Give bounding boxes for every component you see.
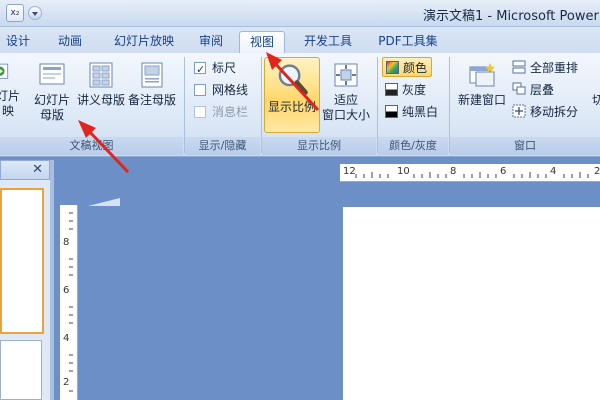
cascade-label: 层叠 — [530, 83, 555, 97]
close-icon[interactable]: ✕ — [32, 162, 43, 177]
tab-view[interactable]: 视图 — [239, 31, 285, 53]
qat-customize-dropdown[interactable] — [28, 6, 42, 20]
fit-label-1: 适应 — [333, 93, 358, 107]
move-split-label: 移动拆分 — [530, 105, 579, 119]
ruler-label: 4 — [63, 333, 70, 344]
cascade-icon — [512, 82, 526, 95]
magnifier-icon — [278, 64, 308, 95]
vertical-ruler-ticks — [69, 212, 73, 392]
horizontal-ruler[interactable]: 12 10 8 6 4 2 — [340, 164, 600, 182]
window-title: 演示文稿1 - Microsoft PowerPo — [423, 9, 600, 24]
slide-master-label-2: 母版 — [39, 108, 64, 122]
horizontal-ruler-ticks — [355, 172, 589, 178]
ruler-label: 2 — [594, 166, 600, 177]
switch-window-button[interactable]: 切 — [588, 93, 600, 108]
notes-master-icon — [141, 62, 163, 88]
slide-master-label-1: 幻灯片 — [33, 93, 70, 107]
play-icon — [0, 63, 9, 79]
color-button[interactable]: 颜色 — [382, 57, 432, 77]
slides-pane — [0, 180, 50, 400]
checkbox-unchecked-icon — [194, 84, 206, 96]
zoom-button[interactable]: 显示比例 — [264, 57, 320, 133]
move-split-button[interactable]: 移动拆分 — [512, 102, 578, 122]
slide-thumbnail-1[interactable] — [0, 188, 44, 334]
ribbon-tab-bar: 设计 动画 幻灯片放映 审阅 视图 开发工具 PDF工具集 — [0, 27, 600, 53]
zoom-label: 显示比例 — [267, 100, 316, 114]
move-split-icon — [512, 104, 526, 118]
tab-animations[interactable]: 动画 — [50, 31, 90, 53]
fit-window-icon — [334, 63, 358, 87]
black-white-button[interactable]: 纯黑白 — [385, 102, 438, 122]
new-window-icon — [469, 63, 495, 87]
ruler-label: 6 — [63, 285, 70, 296]
slide-show-label-bottom: 映 — [1, 104, 14, 118]
switch-window-label: 切 — [591, 93, 600, 107]
message-bar-label: 消息栏 — [212, 105, 249, 119]
pane-splitter[interactable] — [50, 160, 54, 400]
notes-master-button[interactable]: 备注母版 — [126, 61, 178, 108]
tab-developer[interactable]: 开发工具 — [298, 31, 358, 53]
ruler-label: 标尺 — [212, 61, 237, 75]
workspace-decoration — [88, 198, 120, 206]
fit-label-2: 窗口大小 — [321, 108, 370, 122]
ruler-label: 8 — [63, 237, 70, 248]
group-label-views: 文稿视图 — [0, 137, 183, 155]
vertical-ruler[interactable]: 8 6 4 2 — [60, 205, 78, 400]
new-window-label: 新建窗口 — [457, 93, 506, 107]
group-label-zoom: 显示比例 — [262, 137, 376, 155]
grayscale-button[interactable]: 灰度 — [385, 80, 426, 100]
fit-to-window-button[interactable]: 适应 窗口大小 — [320, 61, 372, 123]
ribbon: 灯片 映 幻灯片 母版 讲义母版 备注母版 文稿视图 ✓标尺 网格线 消息栏 显… — [0, 53, 600, 157]
arrange-all-button[interactable]: 全部重排 — [512, 58, 578, 78]
group-label-window: 窗口 — [450, 137, 600, 155]
title-bar: x₂ 演示文稿1 - Microsoft PowerPo — [0, 0, 600, 27]
handout-master-icon — [89, 62, 113, 88]
slide-show-view-button[interactable]: 灯片 映 — [0, 59, 20, 119]
ruler-label: 8 — [450, 166, 457, 177]
notes-master-label: 备注母版 — [127, 93, 176, 107]
group-label-color: 颜色/灰度 — [378, 137, 448, 155]
grayscale-label: 灰度 — [402, 83, 427, 97]
gridlines-checkbox[interactable]: 网格线 — [194, 80, 248, 100]
color-swatch-icon — [386, 61, 399, 74]
new-window-button[interactable]: 新建窗口 — [454, 61, 510, 108]
tab-review[interactable]: 审阅 — [193, 31, 229, 53]
ruler-label: 10 — [397, 166, 410, 177]
checkbox-disabled-icon — [194, 106, 206, 118]
arrange-all-icon — [512, 60, 526, 74]
watermark-url: jingyan.baidu.com — [470, 362, 572, 375]
tab-pdf-tools[interactable]: PDF工具集 — [375, 31, 441, 53]
slides-pane-header: ✕ — [0, 160, 50, 180]
gridlines-label: 网格线 — [212, 83, 249, 97]
baidu-paw-icon — [440, 335, 462, 357]
subscript-button[interactable]: x₂ — [6, 4, 24, 22]
arrange-all-label: 全部重排 — [530, 61, 579, 75]
tab-slideshow[interactable]: 幻灯片放映 — [104, 31, 184, 53]
ruler-label: 4 — [550, 166, 557, 177]
ruler-label: 12 — [343, 166, 356, 177]
slide-master-button[interactable]: 幻灯片 母版 — [30, 61, 74, 123]
watermark-text: Bai 经验 — [462, 338, 553, 363]
black-white-icon — [385, 105, 398, 118]
slide-master-icon — [39, 63, 65, 85]
handout-master-button[interactable]: 讲义母版 — [76, 61, 126, 108]
group-label-show-hide: 显示/隐藏 — [185, 137, 260, 155]
ruler-checkbox[interactable]: 标尺 — [194, 58, 237, 80]
ruler-label: 6 — [500, 166, 507, 177]
grayscale-icon — [385, 83, 398, 96]
ruler-label: 2 — [63, 377, 70, 388]
black-white-label: 纯黑白 — [402, 105, 439, 119]
slide-show-label-top: 灯片 — [0, 89, 21, 103]
message-bar-checkbox: 消息栏 — [194, 102, 248, 122]
cascade-button[interactable]: 层叠 — [512, 80, 554, 100]
tab-design[interactable]: 设计 — [2, 31, 34, 53]
checkbox-checked-icon — [194, 60, 206, 80]
slide-thumbnail-2[interactable] — [0, 340, 42, 400]
handout-master-label: 讲义母版 — [76, 93, 125, 107]
color-label: 颜色 — [403, 61, 428, 75]
